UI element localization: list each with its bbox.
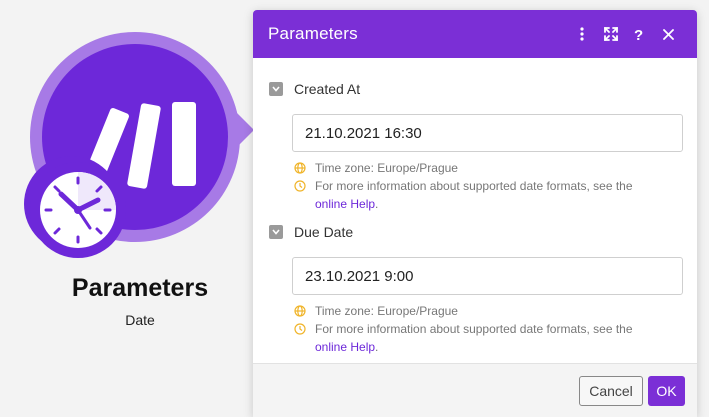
timezone-hint-text: Time zone: Europe/Prague bbox=[315, 161, 458, 175]
node-connector-pointer bbox=[232, 108, 254, 152]
created-at-input[interactable] bbox=[292, 114, 683, 152]
clock-small-icon bbox=[294, 323, 306, 335]
field-due-date-label-row[interactable]: Due Date bbox=[269, 224, 353, 240]
header-actions: ? bbox=[567, 10, 683, 58]
format-hint: For more information about supported dat… bbox=[294, 320, 674, 356]
close-icon[interactable] bbox=[654, 19, 683, 49]
expand-icon[interactable] bbox=[596, 19, 625, 49]
due-date-input[interactable] bbox=[292, 257, 683, 295]
dialog-footer: Cancel OK bbox=[253, 363, 697, 417]
online-help-link[interactable]: online Help bbox=[315, 340, 375, 354]
clock-small-icon bbox=[294, 180, 306, 192]
field-label: Created At bbox=[294, 81, 361, 97]
format-hint: For more information about supported dat… bbox=[294, 177, 674, 213]
timezone-hint: Time zone: Europe/Prague bbox=[294, 159, 674, 177]
dialog-title: Parameters bbox=[268, 24, 358, 43]
field-created-at-label-row[interactable]: Created At bbox=[269, 81, 360, 97]
ok-button[interactable]: OK bbox=[648, 376, 685, 406]
dialog-body: Created At Time zone: Europe/Prague For … bbox=[253, 58, 697, 363]
format-hint-text: For more information about supported dat… bbox=[315, 322, 633, 354]
globe-icon bbox=[294, 305, 306, 317]
timezone-hint-text: Time zone: Europe/Prague bbox=[315, 304, 458, 318]
svg-text:?: ? bbox=[634, 27, 643, 42]
field-label: Due Date bbox=[294, 224, 354, 240]
chevron-down-icon[interactable] bbox=[269, 225, 283, 239]
timezone-hint: Time zone: Europe/Prague bbox=[294, 302, 674, 320]
clock-badge bbox=[24, 156, 126, 258]
module-node[interactable]: Parameters Date bbox=[0, 0, 260, 417]
help-icon[interactable]: ? bbox=[625, 19, 654, 49]
node-title: Parameters bbox=[71, 274, 209, 302]
online-help-link[interactable]: online Help bbox=[315, 197, 375, 211]
dialog-header: Parameters ? bbox=[253, 10, 697, 58]
more-vertical-icon[interactable] bbox=[567, 19, 596, 49]
chevron-down-icon[interactable] bbox=[269, 82, 283, 96]
node-subtitle: Date bbox=[125, 312, 155, 328]
format-hint-text: For more information about supported dat… bbox=[315, 179, 633, 211]
clock-icon bbox=[30, 162, 126, 258]
globe-icon bbox=[294, 162, 306, 174]
cancel-button[interactable]: Cancel bbox=[579, 376, 643, 406]
parameters-dialog: Parameters ? Created At 21.10.2021 16:30… bbox=[253, 10, 697, 417]
